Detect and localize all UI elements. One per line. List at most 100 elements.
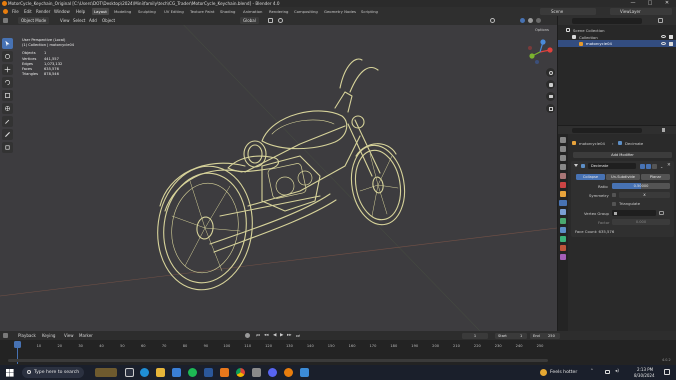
select-box-tool[interactable] — [2, 38, 13, 49]
outliner-collection[interactable]: Collection — [579, 35, 598, 40]
menu-edit[interactable]: Edit — [24, 9, 32, 14]
tab-texture-paint[interactable]: Texture Paint — [188, 8, 217, 15]
solid-shading-icon[interactable] — [520, 18, 525, 23]
planar-tab[interactable]: Planar — [641, 174, 670, 180]
play-icon[interactable]: ▶ — [280, 333, 283, 338]
navigation-gizmo[interactable] — [526, 38, 554, 66]
vlc-icon[interactable] — [220, 368, 229, 377]
weather-text[interactable]: Feels hotter — [550, 370, 577, 375]
menu-keying[interactable]: Keying — [42, 333, 55, 338]
scene-tab-icon[interactable] — [560, 173, 566, 179]
close-button[interactable]: ✕ — [659, 0, 675, 7]
data-tab-icon[interactable] — [560, 236, 566, 242]
outliner-search-field[interactable] — [572, 17, 642, 24]
spotify-icon[interactable] — [188, 368, 197, 377]
tab-uv-editing[interactable]: UV Editing — [162, 8, 186, 15]
render-toggle-icon[interactable] — [652, 163, 657, 169]
render-camera-icon[interactable] — [669, 42, 673, 46]
file-explorer-icon[interactable] — [156, 368, 165, 377]
word-icon[interactable] — [204, 368, 213, 377]
modifier-tab-icon[interactable] — [559, 200, 567, 206]
news-widget-icon[interactable] — [95, 368, 117, 377]
vertex-group-field[interactable] — [612, 210, 656, 216]
tab-compositing[interactable]: Compositing — [292, 8, 320, 15]
scale-tool[interactable] — [2, 90, 13, 101]
taskbar-search-box[interactable]: Type here to search — [22, 367, 84, 378]
factor-field[interactable]: 0.000 — [612, 219, 670, 225]
end-frame-field[interactable]: End — [530, 332, 560, 339]
symmetry-checkbox[interactable] — [612, 193, 616, 197]
output-tab-icon[interactable] — [560, 155, 566, 161]
tab-sculpting[interactable]: Sculpting — [136, 8, 158, 15]
play-reverse-icon[interactable]: ◀ — [273, 333, 276, 338]
maximize-button[interactable]: □ — [642, 0, 658, 7]
tab-geometry-nodes[interactable]: Geometry Nodes — [322, 8, 358, 15]
windows-start-icon[interactable] — [6, 368, 14, 377]
symmetry-axis-dropdown[interactable]: X — [619, 192, 670, 198]
object-mode-dropdown[interactable]: Object Mode — [18, 17, 50, 24]
record-button[interactable] — [245, 333, 250, 338]
visibility-eye-icon[interactable] — [661, 35, 666, 38]
add-cube-tool[interactable] — [2, 142, 13, 153]
ratio-slider[interactable]: 0.50000 — [612, 183, 670, 189]
transform-orientation-dropdown[interactable]: Global — [240, 17, 259, 24]
jump-start-icon[interactable]: ⏮ — [256, 333, 260, 339]
particles-tab-icon[interactable] — [560, 209, 566, 215]
network-icon[interactable] — [605, 370, 610, 374]
material-shading-icon[interactable] — [528, 18, 533, 23]
snap-icon[interactable] — [268, 18, 273, 23]
next-keyframe-icon[interactable]: ▸▸ — [287, 333, 292, 338]
edge-browser-icon[interactable] — [140, 368, 149, 377]
invert-toggle-icon[interactable] — [659, 211, 664, 215]
scene-selector[interactable] — [540, 8, 596, 15]
properties-search-field[interactable] — [572, 127, 642, 133]
menu-file[interactable]: File — [12, 9, 19, 14]
menu-window[interactable]: Window — [54, 9, 70, 14]
tab-shading[interactable]: Shading — [218, 8, 237, 15]
current-frame-field[interactable]: 1 — [462, 332, 488, 339]
tab-layout[interactable]: Layout — [92, 8, 109, 15]
app-icon[interactable] — [252, 368, 261, 377]
blender-menu-icon[interactable] — [3, 9, 8, 14]
app-icon[interactable] — [300, 368, 309, 377]
transform-tool[interactable] — [2, 103, 13, 114]
tray-chevron-icon[interactable]: ⌃ — [590, 369, 594, 374]
menu-view[interactable]: View — [64, 333, 74, 338]
prev-keyframe-icon[interactable]: ◂◂ — [264, 333, 269, 338]
add-modifier-button[interactable]: Add Modifier — [573, 152, 672, 158]
physics-tab-icon[interactable] — [560, 218, 566, 224]
playhead[interactable] — [14, 341, 21, 348]
unsubdivide-tab[interactable]: Un-Subdivide — [606, 174, 640, 180]
tab-scripting[interactable]: Scripting — [359, 8, 380, 15]
ortho-toggle-button[interactable] — [546, 104, 555, 113]
timeline-scrollbar[interactable] — [8, 359, 548, 362]
triangulate-checkbox[interactable] — [612, 201, 616, 206]
tab-rendering[interactable]: Rendering — [267, 8, 290, 15]
tab-animation[interactable]: Animation — [241, 8, 264, 15]
material-tab-icon[interactable] — [560, 245, 566, 251]
outliner-scene-collection[interactable]: Scene Collection — [573, 28, 605, 33]
render-tab-icon[interactable] — [560, 146, 566, 152]
options-button[interactable]: Options — [535, 28, 549, 32]
pin-icon[interactable] — [662, 128, 665, 132]
clock-date[interactable]: 8/30/2024 — [634, 373, 655, 378]
clock-time[interactable]: 2:13 PM — [637, 367, 653, 372]
view-layer-tab-icon[interactable] — [560, 164, 566, 170]
editor-type-icon[interactable] — [3, 18, 8, 23]
world-tab-icon[interactable] — [560, 182, 566, 188]
chrome-icon[interactable] — [236, 368, 245, 377]
proportional-edit-icon[interactable] — [278, 18, 283, 23]
menu-playback[interactable]: Playback — [18, 333, 36, 338]
pan-view-button[interactable] — [546, 80, 555, 89]
edit-mode-toggle-icon[interactable] — [640, 163, 645, 169]
constraints-tab-icon[interactable] — [560, 227, 566, 233]
measure-tool[interactable] — [2, 129, 13, 140]
render-shading-icon[interactable] — [536, 18, 541, 23]
collapse-arrow-icon[interactable] — [574, 164, 578, 167]
3d-viewport[interactable] — [0, 16, 557, 331]
modifier-name-field[interactable]: Decimate — [588, 163, 636, 169]
menu-render[interactable]: Render — [36, 9, 50, 14]
discord-icon[interactable] — [268, 368, 277, 377]
menu-marker[interactable]: Marker — [79, 333, 93, 338]
visibility-eye-icon[interactable] — [661, 42, 666, 45]
